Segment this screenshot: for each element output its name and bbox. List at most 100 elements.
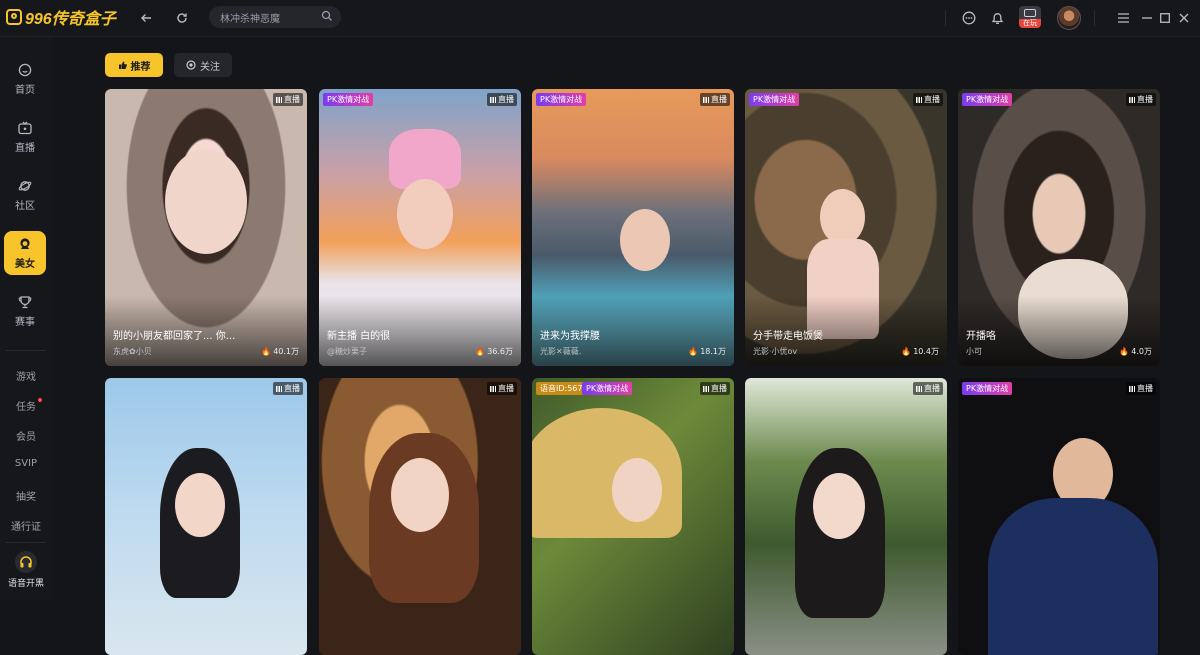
live-badge: 直播 <box>700 93 730 106</box>
live-status-button[interactable]: 在玩 <box>1019 6 1041 28</box>
stream-card[interactable]: PK激情对战 直播 <box>958 378 1160 655</box>
search-icon[interactable] <box>321 10 333 22</box>
heat-count: 🔥 40.1万 <box>261 346 299 357</box>
thumbs-up-icon <box>118 61 127 69</box>
heat-count: 🔥 18.1万 <box>688 346 726 357</box>
stream-card[interactable]: 直播 <box>745 378 947 655</box>
topbar-divider <box>945 10 946 26</box>
stream-card[interactable]: 直播 别的小朋友都回家了... 你... 东虎✿小贝 🔥 40.1万 <box>105 89 307 366</box>
sidebar-item-community[interactable]: 社区 <box>4 173 46 217</box>
bell-icon[interactable] <box>988 9 1006 27</box>
live-badge-text: 直播 <box>711 384 727 393</box>
top-bar: 996传奇盒子 林冲杀神恶魔 在玩 <box>0 0 1200 37</box>
home-icon <box>18 63 32 76</box>
sidebar-item-label: 社区 <box>15 200 35 212</box>
tab-label: 关注 <box>200 61 220 73</box>
live-badge-text: 直播 <box>498 95 514 104</box>
signal-bars-icon <box>703 96 709 103</box>
sidebar-link-tasks[interactable]: 任务 <box>0 398 52 413</box>
signal-bars-icon <box>276 96 282 103</box>
topbar-divider <box>1094 10 1095 26</box>
stream-card[interactable]: PK激情对战 直播 新主播 白的很 @糖炒栗子 🔥 36.6万 <box>319 89 521 366</box>
flame-icon: 🔥 <box>475 347 486 356</box>
user-avatar[interactable] <box>1057 6 1081 30</box>
voice-id-badge: 语音ID:567 <box>536 382 587 395</box>
sidebar-link-lottery[interactable]: 抽奖 <box>0 488 52 503</box>
menu-icon[interactable] <box>1114 9 1132 27</box>
tab-label: 推荐 <box>130 61 151 73</box>
signal-bars-icon <box>916 96 922 103</box>
maximize-icon[interactable] <box>1156 9 1174 27</box>
sidebar-item-home[interactable]: 首页 <box>4 57 46 101</box>
stream-card[interactable]: PK激情对战 直播 分手带走电饭煲 光影·小优ov 🔥 10.4万 <box>745 89 947 366</box>
signal-bars-icon <box>490 385 496 392</box>
stream-title: 分手带走电饭煲 <box>753 331 823 342</box>
live-badge-text: 直播 <box>711 95 727 104</box>
stream-card[interactable]: PK激情对战 直播 开播咯 小可 🔥 4.0万 <box>958 89 1160 366</box>
trophy-icon <box>18 295 32 308</box>
sidebar-item-label: 美女 <box>15 258 35 270</box>
tab-recommend[interactable]: 推荐 <box>105 53 163 77</box>
tv-icon <box>18 121 32 134</box>
stream-title: 新主播 白的很 <box>327 331 391 342</box>
stream-title: 别的小朋友都回家了... 你... <box>113 331 236 342</box>
voice-chat-button[interactable]: 语音开黑 <box>0 551 52 589</box>
sidebar-link-membership[interactable]: 会员 <box>0 428 52 443</box>
signal-bars-icon <box>916 385 922 392</box>
heat-value: 36.6万 <box>487 347 513 356</box>
sidebar-link-svip[interactable]: SVIP <box>0 458 52 469</box>
sidebar-link-pass[interactable]: 通行证 <box>0 518 52 533</box>
back-arrow-icon[interactable] <box>137 9 155 27</box>
pk-badge: PK激情对战 <box>749 93 800 106</box>
sidebar-item-live[interactable]: 直播 <box>4 115 46 159</box>
heat-count: 🔥 10.4万 <box>901 346 939 357</box>
sidebar-item-beauty[interactable]: 美女 <box>4 231 46 275</box>
stream-card[interactable]: 语音ID:567 PK激情对战 直播 <box>532 378 734 655</box>
notification-dot <box>38 398 42 402</box>
minimize-icon[interactable] <box>1138 9 1156 27</box>
stream-card[interactable]: 直播 <box>105 378 307 655</box>
live-badge: 直播 <box>273 93 303 106</box>
voice-chat-label: 语音开黑 <box>7 579 44 589</box>
live-badge: 直播 <box>487 93 517 106</box>
search-placeholder: 林冲杀神恶魔 <box>220 14 280 25</box>
refresh-icon[interactable] <box>173 9 191 27</box>
live-badge: 直播 <box>487 382 517 395</box>
message-icon[interactable] <box>960 9 978 27</box>
pk-badge: PK激情对战 <box>323 93 374 106</box>
anchor-name: 小可 <box>966 347 982 356</box>
heat-value: 10.4万 <box>913 347 939 356</box>
sidebar-item-events[interactable]: 赛事 <box>4 289 46 333</box>
search-box[interactable]: 林冲杀神恶魔 <box>209 6 341 28</box>
stream-card[interactable]: 直播 <box>319 378 521 655</box>
follow-icon <box>186 60 196 70</box>
heat-count: 🔥 36.6万 <box>475 346 513 357</box>
girl-icon <box>20 237 30 249</box>
pk-badge: PK激情对战 <box>962 382 1013 395</box>
stream-title: 开播咯 <box>966 331 996 342</box>
anchor-name: 东虎✿小贝 <box>113 347 152 356</box>
portrait-suit <box>988 498 1158 655</box>
anchor-name: 光影·小优ov <box>753 347 798 356</box>
live-badge-text: 直播 <box>924 384 940 393</box>
live-badge-text: 直播 <box>284 95 300 104</box>
portrait-face <box>165 149 247 254</box>
signal-bars-icon <box>1129 385 1135 392</box>
live-badge-text: 直播 <box>284 384 300 393</box>
sidebar-link-games[interactable]: 游戏 <box>0 368 52 383</box>
sidebar-item-label: 首页 <box>15 84 35 96</box>
flame-icon: 🔥 <box>901 347 912 356</box>
live-badge-text: 直播 <box>1137 384 1153 393</box>
heat-value: 4.0万 <box>1131 347 1152 356</box>
pk-badge: PK激情对战 <box>536 93 587 106</box>
portrait-face <box>620 209 670 271</box>
app-logo[interactable]: 996传奇盒子 <box>6 7 116 28</box>
portrait-face <box>820 189 865 245</box>
sidebar-divider <box>6 350 46 351</box>
stream-card[interactable]: PK激情对战 直播 进来为我撑腰 光影✕薇薇. 🔥 18.1万 <box>532 89 734 366</box>
live-badge-text: 直播 <box>498 384 514 393</box>
close-icon[interactable] <box>1175 9 1193 27</box>
portrait-face <box>813 473 865 539</box>
live-badge: 直播 <box>700 382 730 395</box>
tab-follow[interactable]: 关注 <box>174 53 232 77</box>
